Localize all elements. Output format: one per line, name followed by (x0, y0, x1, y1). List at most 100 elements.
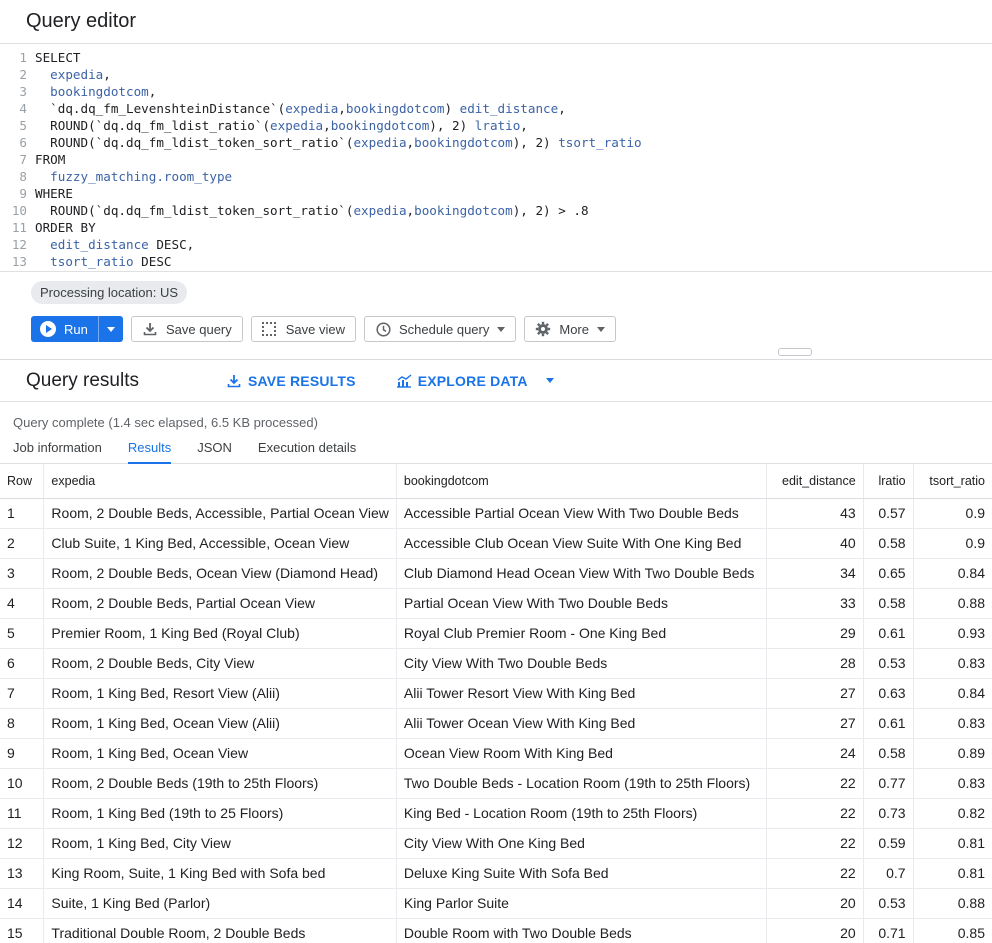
column-header-row: Row (0, 464, 45, 499)
code-token: , (323, 118, 331, 133)
code-line[interactable]: 1 SELECT (0, 49, 992, 66)
table-cell: Room, 1 King Bed, Resort View (Alii) (43, 678, 397, 709)
table-cell: King Room, Suite, 1 King Bed with Sofa b… (43, 858, 397, 889)
table-cell: 0.73 (863, 798, 914, 829)
code-line[interactable]: 3 bookingdotcom, (0, 83, 992, 100)
more-button[interactable]: More (524, 316, 616, 342)
code-token: bookingdotcom (330, 118, 430, 133)
code-line[interactable]: 8 fuzzy_matching.room_type (0, 168, 992, 185)
table-cell: Alii Tower Ocean View With King Bed (396, 708, 767, 739)
code-token: , (558, 101, 566, 116)
table-cell: Accessible Club Ocean View Suite With On… (396, 528, 767, 559)
code-token: edit_distance (50, 237, 149, 252)
code-token: expedia (353, 135, 407, 150)
code-line[interactable]: 5 ROUND(`dq.dq_fm_ldist_ratio`(expedia, b… (0, 117, 992, 134)
explore-data-button[interactable]: EXPLORE DATA (396, 373, 554, 389)
line-number: 9 (19, 186, 27, 201)
play-icon (40, 321, 56, 337)
chevron-down-icon (497, 326, 506, 332)
code-line[interactable]: 9 WHERE (0, 185, 992, 202)
code-token: fuzzy_matching.room_type (50, 169, 233, 184)
save-results-button[interactable]: SAVE RESULTS (226, 373, 356, 389)
code-token: expedia (270, 118, 324, 133)
table-cell: Deluxe King Suite With Sofa Bed (396, 858, 767, 889)
run-main[interactable]: Run (31, 316, 99, 342)
tab-results[interactable]: Results (127, 432, 172, 464)
table-cell: 29 (766, 618, 864, 649)
download-icon (142, 321, 158, 337)
editor-divider (0, 346, 992, 360)
line-number: 3 (19, 84, 27, 99)
table-cell: Alii Tower Resort View With King Bed (396, 678, 767, 709)
more-label: More (559, 321, 589, 337)
table-header-row: Row expedia bookingdotcom edit_distance lrat… (0, 464, 992, 499)
query-status: Query complete (1.4 sec elapsed, 6.5 KB … (13, 415, 318, 430)
save-view-label: Save view (285, 321, 346, 337)
table-cell: 0.58 (863, 528, 914, 559)
table-cell: 0.71 (863, 918, 914, 943)
code-line[interactable]: 7 FROM (0, 151, 992, 168)
line-number: 7 (19, 152, 27, 167)
table-cell: King Parlor Suite (396, 888, 767, 919)
results-header: Query results SAVE RESULTS EXPLORE DATA (0, 360, 992, 402)
table-row: 12 Room, 1 King Bed, City View City View W… (0, 828, 992, 859)
table-cell: 0.93 (913, 618, 992, 649)
code-token: DESC, (148, 237, 195, 252)
table-cell: Club Diamond Head Ocean View With Two Do… (396, 558, 767, 589)
table-cell: 0.9 (913, 528, 992, 559)
table-cell: 0.83 (913, 768, 992, 799)
code-token: SELECT (35, 50, 81, 65)
table-row: 9 Room, 1 King Bed, Ocean View Ocean View … (0, 738, 992, 769)
line-number: 5 (19, 118, 27, 133)
code-token: bookingdotcom (50, 84, 149, 99)
code-token: bookingdotcom (414, 203, 513, 218)
table-cell: 20 (766, 918, 864, 943)
line-number: 1 (19, 50, 27, 65)
code-line[interactable]: 4 `dq.dq_fm_LevenshteinDistance`(expedia… (0, 100, 992, 117)
code-editor[interactable]: 1 SELECT 2 expedia, 3 bookingdotcom, 4 `dq.d… (0, 44, 992, 272)
tab-execution-details[interactable]: Execution details (258, 432, 356, 464)
table-cell: 0.59 (863, 828, 914, 859)
run-button[interactable]: Run (31, 316, 123, 342)
table-row: 15 Traditional Double Room, 2 Double Beds… (0, 918, 992, 943)
code-token: , (338, 101, 346, 116)
tab-job-information[interactable]: Job information (13, 432, 102, 464)
code-line[interactable]: 10 ROUND(`dq.dq_fm_ldist_token_sort_rati… (0, 202, 992, 219)
table-cell: 0.58 (863, 738, 914, 769)
tab-json[interactable]: JSON (197, 432, 232, 464)
chevron-down-icon[interactable] (545, 378, 554, 383)
table-cell: 15 (0, 918, 45, 943)
code-line[interactable]: 13 tsort_ratio DESC (0, 253, 992, 270)
table-cell: Premier Room, 1 King Bed (Royal Club) (43, 618, 397, 649)
save-query-label: Save query (166, 321, 232, 337)
save-query-button[interactable]: Save query (131, 316, 243, 342)
code-line[interactable]: 6 ROUND(`dq.dq_fm_ldist_token_sort_ratio… (0, 134, 992, 151)
save-view-button[interactable]: Save view (250, 316, 357, 342)
table-cell: Room, 1 King Bed, Ocean View (Alii) (43, 708, 397, 739)
processing-location-row: Processing location: US (0, 272, 992, 312)
chevron-down-icon (596, 326, 605, 332)
line-number: 11 (11, 220, 27, 235)
table-row: 7 Room, 1 King Bed, Resort View (Alii) Ali… (0, 678, 992, 709)
column-header-edit-distance: edit_distance (766, 464, 864, 499)
code-line[interactable]: 11 ORDER BY (0, 219, 992, 236)
line-number: 2 (19, 67, 27, 82)
code-token: ) (444, 101, 460, 116)
code-line[interactable]: 12 edit_distance DESC, (0, 236, 992, 253)
table-cell: 0.88 (913, 588, 992, 619)
table-cell: Suite, 1 King Bed (Parlor) (43, 888, 397, 919)
run-dropdown-button[interactable] (99, 326, 123, 332)
code-line[interactable]: 2 expedia, (0, 66, 992, 83)
table-cell: Room, 2 Double Beds, City View (43, 648, 397, 679)
table-row: 8 Room, 1 King Bed, Ocean View (Alii) Alii… (0, 708, 992, 739)
code-token: , (406, 135, 415, 150)
code-token: expedia (50, 67, 104, 82)
resize-handle[interactable] (778, 348, 812, 356)
table-cell: Room, 1 King Bed, City View (43, 828, 397, 859)
table-row: 4 Room, 2 Double Beds, Partial Ocean View… (0, 588, 992, 619)
code-token: edit_distance (459, 101, 559, 116)
schedule-query-button[interactable]: Schedule query (364, 316, 517, 342)
table-cell: Ocean View Room With King Bed (396, 738, 767, 769)
code-token: ROUND(`dq.dq_fm_ldist_token_sort_ratio`( (35, 203, 354, 218)
